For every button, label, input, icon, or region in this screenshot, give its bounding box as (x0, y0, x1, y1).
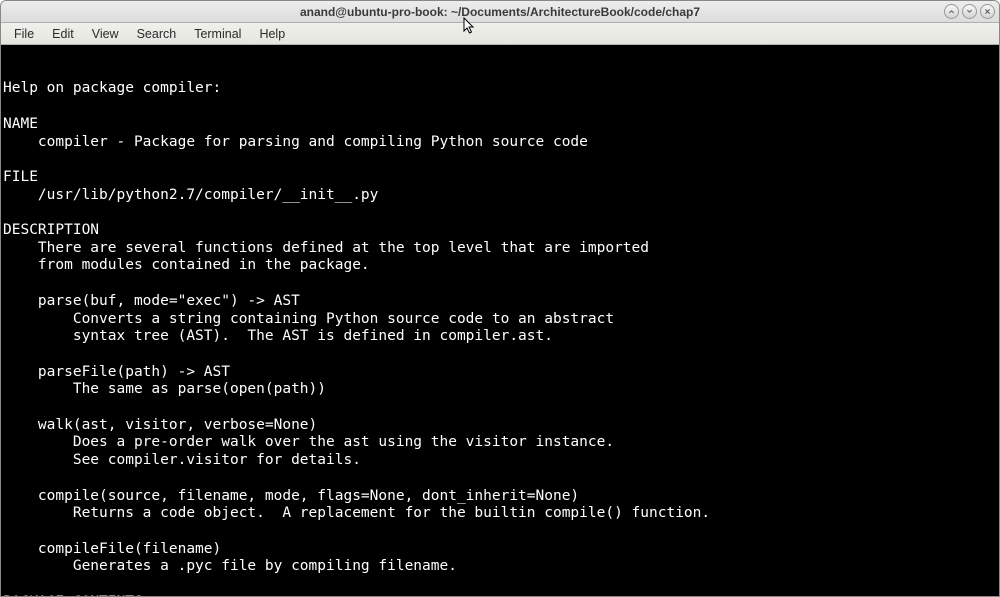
terminal-window: anand@ubuntu-pro-book: ~/Documents/Archi… (0, 0, 1000, 597)
maximize-button[interactable] (962, 4, 977, 19)
minimize-button[interactable] (944, 4, 959, 19)
close-button[interactable] (980, 4, 995, 19)
titlebar: anand@ubuntu-pro-book: ~/Documents/Archi… (1, 1, 999, 23)
window-title: anand@ubuntu-pro-book: ~/Documents/Archi… (300, 5, 700, 19)
terminal-content: Help on package compiler: NAME compiler … (3, 80, 997, 596)
menu-search[interactable]: Search (128, 25, 186, 43)
window-controls (944, 4, 995, 19)
menubar: File Edit View Search Terminal Help (1, 23, 999, 45)
menu-terminal[interactable]: Terminal (185, 25, 250, 43)
terminal-viewport[interactable]: Help on package compiler: NAME compiler … (1, 45, 999, 596)
menu-edit[interactable]: Edit (43, 25, 83, 43)
menu-help[interactable]: Help (250, 25, 294, 43)
menu-file[interactable]: File (5, 25, 43, 43)
menu-view[interactable]: View (83, 25, 128, 43)
